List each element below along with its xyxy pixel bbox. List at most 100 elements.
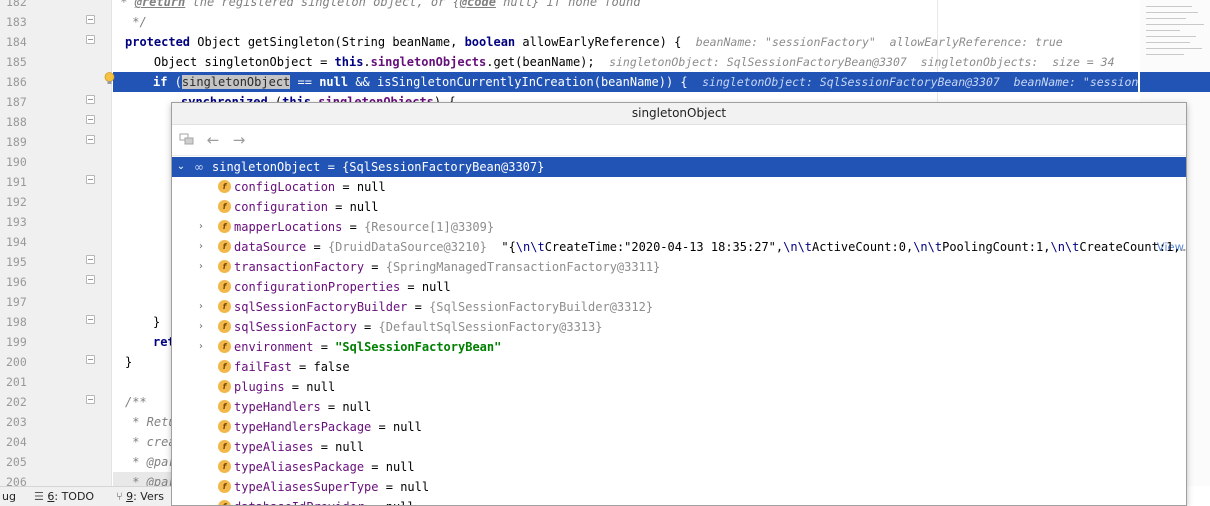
selected-expression[interactable]: singletonObject [181, 75, 291, 89]
datasource-preview-text: CreateCount:1, [1079, 240, 1181, 254]
chevron-right-icon[interactable]: › [196, 257, 206, 277]
datasource-preview-text: \n\t [1050, 240, 1080, 254]
fold-marker[interactable] [86, 355, 95, 364]
tree-field-row[interactable]: f typeAliases = null [172, 437, 1186, 457]
branch-icon: ⑂ [116, 490, 123, 503]
line-number[interactable]: 196 [6, 272, 36, 292]
line-number[interactable]: 198 [6, 312, 36, 332]
tree-field-row[interactable]: f configuration = null [172, 197, 1186, 217]
field-name: mapperLocations [234, 220, 343, 234]
line-number[interactable]: 202 [6, 392, 36, 412]
execution-point-line[interactable]: if (singletonObject == null && isSinglet… [113, 72, 1138, 92]
chevron-down-icon[interactable]: ⌄ [176, 157, 186, 177]
tree-field-row[interactable]: fdatabaseIdProvider = null [172, 497, 1186, 505]
code-line-184[interactable]: protected Object getSingleton(String bea… [113, 32, 1138, 52]
fold-marker[interactable] [86, 395, 95, 404]
debug-tab-fragment[interactable]: ug [2, 487, 16, 506]
line-number[interactable]: 184 [6, 32, 36, 52]
fold-marker[interactable] [86, 15, 95, 24]
line-number[interactable]: 182 [6, 0, 36, 12]
forward-arrow-icon[interactable]: → [230, 132, 248, 148]
code-line-182[interactable]: * @return the registered singleton objec… [113, 0, 1138, 12]
line-number[interactable]: 185 [6, 52, 36, 72]
back-arrow-icon[interactable]: ← [204, 132, 222, 148]
tree-field-row[interactable]: f plugins = null [172, 377, 1186, 397]
line-number[interactable]: 183 [6, 12, 36, 32]
fold-marker[interactable] [86, 115, 95, 124]
tree-field-row[interactable]: f typeAliasesPackage = null [172, 457, 1186, 477]
field-value: null [306, 380, 336, 394]
fold-marker[interactable] [86, 35, 95, 44]
todo-tab[interactable]: ☰ 6: TODO [34, 487, 94, 506]
tree-row-label: sqlSessionFactoryBuilder = {SqlSessionFa… [234, 300, 654, 314]
fold-marker[interactable] [86, 275, 95, 284]
line-number[interactable]: 199 [6, 332, 36, 352]
field-name: typeAliasesPackage [234, 460, 365, 474]
tree-field-row[interactable]: › f mapperLocations = {Resource[1]@3309} [172, 217, 1186, 237]
code-text: && isSingletonCurrentlyInCreation(beanNa… [348, 75, 688, 89]
code-line-183[interactable]: */ [113, 12, 1138, 32]
comment: /** [125, 395, 147, 409]
field-icon: f [218, 480, 231, 493]
inline-debug-value: singletonObject: SqlSessionFactoryBean@3… [609, 55, 1115, 69]
keyword: this [334, 55, 364, 69]
datasource-preview-text: \n\t [783, 240, 813, 254]
tree-field-row[interactable]: f failFast = false [172, 357, 1186, 377]
popup-title[interactable]: singletonObject [172, 103, 1186, 125]
line-number[interactable]: 186 [6, 72, 36, 92]
tree-field-row[interactable]: f configurationProperties = null [172, 277, 1186, 297]
tree-root-row[interactable]: ⌄ ∞ singletonObject = {SqlSessionFactoryBe… [172, 157, 1186, 177]
datasource-preview-text: ActiveCount:0, [812, 240, 914, 254]
fold-marker[interactable] [86, 315, 95, 324]
line-number[interactable]: 188 [6, 112, 36, 132]
fold-marker[interactable] [86, 95, 95, 104]
line-number[interactable]: 195 [6, 252, 36, 272]
tree-field-row[interactable]: f typeAliasesSuperType = null [172, 477, 1186, 497]
datasource-preview-text: \n\t [913, 240, 943, 254]
version-control-tab[interactable]: ⑂ 9: Vers [116, 487, 164, 506]
chevron-right-icon[interactable]: › [196, 237, 206, 257]
line-number[interactable]: 190 [6, 152, 36, 172]
line-number[interactable]: 205 [6, 452, 36, 472]
chevron-right-icon[interactable]: › [196, 217, 206, 237]
line-number[interactable]: 201 [6, 372, 36, 392]
chevron-right-icon[interactable]: › [196, 297, 206, 317]
fold-marker[interactable] [86, 175, 95, 184]
chevron-right-icon[interactable]: › [196, 317, 206, 337]
line-number[interactable]: 194 [6, 232, 36, 252]
code-text: Object singletonObject = [125, 55, 335, 69]
minimap-mark [1146, 54, 1184, 55]
tree-field-row[interactable]: › f environment = "SqlSessionFactoryBean" [172, 337, 1186, 357]
tree-field-row[interactable]: › f transactionFactory = {SpringManagedTra… [172, 257, 1186, 277]
keyword: null [319, 75, 349, 89]
line-number[interactable]: 203 [6, 412, 36, 432]
field-icon: f [218, 260, 231, 273]
tree-field-row[interactable]: › f sqlSessionFactory = {DefaultSqlSession… [172, 317, 1186, 337]
field-value: null [335, 440, 365, 454]
tree-field-row[interactable]: f typeHandlersPackage = null [172, 417, 1186, 437]
chevron-right-icon[interactable]: › [196, 337, 206, 357]
tree-field-row[interactable]: › f View dataSource = {DruidDataSource@3210… [172, 237, 1186, 257]
line-number[interactable]: 187 [6, 92, 36, 112]
line-number[interactable]: 191 [6, 172, 36, 192]
evaluate-popup[interactable]: singletonObject ← → ⌄ ∞ singletonObject = … [171, 102, 1187, 506]
comment: * @par [125, 455, 176, 469]
fold-marker[interactable] [86, 135, 95, 144]
line-number[interactable]: 189 [6, 132, 36, 152]
field-name: environment [234, 340, 314, 354]
tree-field-row[interactable]: f typeHandlers = null [172, 397, 1186, 417]
line-number[interactable]: 204 [6, 432, 36, 452]
tree-field-row[interactable]: f configLocation = null [172, 177, 1186, 197]
lightbulb-icon[interactable] [104, 72, 115, 85]
variables-tree[interactable]: ⌄ ∞ singletonObject = {SqlSessionFactoryBe… [172, 157, 1186, 505]
tree-row-label: dataSource = {DruidDataSource@3210} "{\n… [234, 237, 1186, 257]
line-number[interactable]: 193 [6, 212, 36, 232]
fold-marker[interactable] [86, 255, 95, 264]
code-line-185[interactable]: Object singletonObject = this.singletonO… [113, 52, 1138, 72]
tree-field-row[interactable]: › f sqlSessionFactoryBuilder = {SqlSession… [172, 297, 1186, 317]
line-number[interactable]: 200 [6, 352, 36, 372]
pin-watch-icon[interactable] [178, 132, 196, 148]
line-number[interactable]: 192 [6, 192, 36, 212]
tree-row-label: transactionFactory = {SpringManagedTrans… [234, 260, 661, 274]
line-number[interactable]: 197 [6, 292, 36, 312]
